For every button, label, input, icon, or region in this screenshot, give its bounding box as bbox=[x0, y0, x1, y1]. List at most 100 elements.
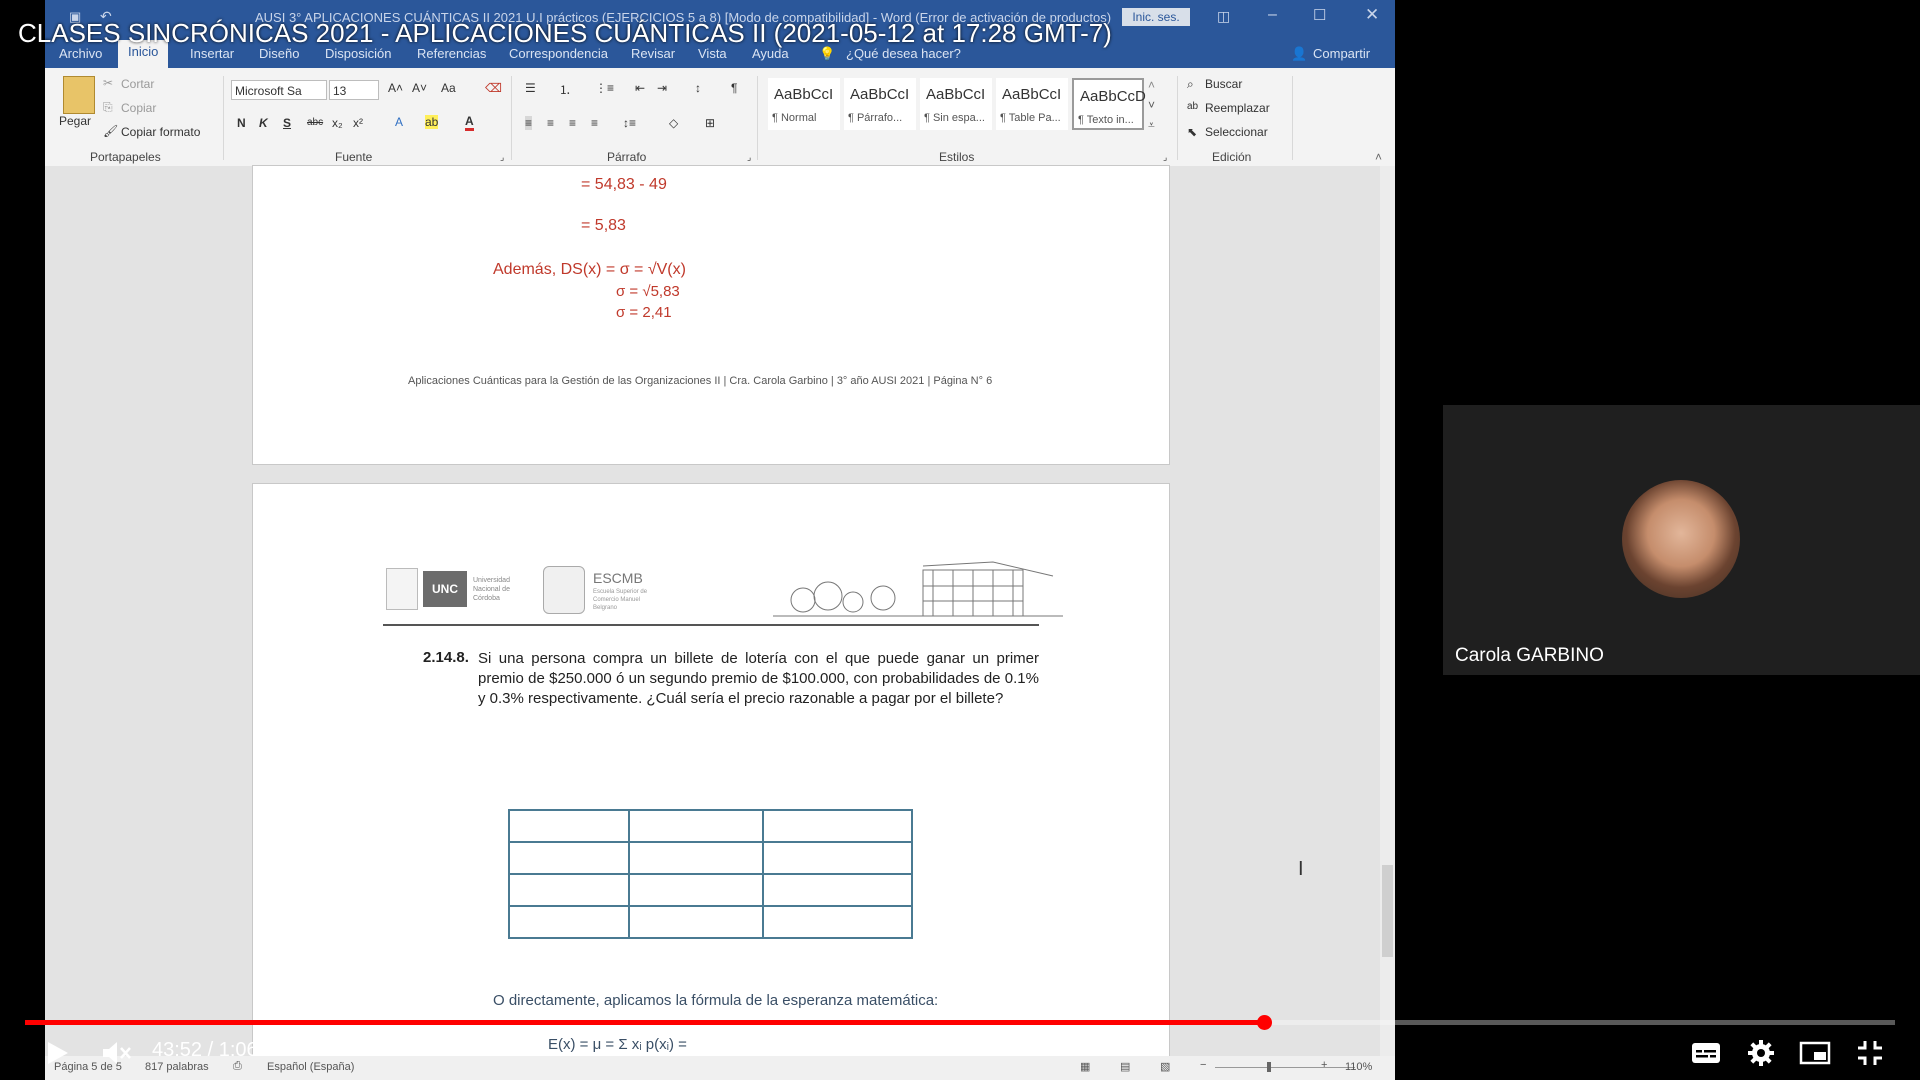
replace-button[interactable]: Reemplazar bbox=[1205, 101, 1270, 115]
table-cell[interactable] bbox=[508, 809, 630, 843]
table-cell[interactable] bbox=[628, 873, 764, 907]
document-workspace[interactable]: = 54,83 - 49 = 5,83 Además, DS(x) = σ = … bbox=[45, 166, 1395, 1064]
muted-volume-icon[interactable] bbox=[100, 1038, 132, 1068]
share-button[interactable]: Compartir bbox=[1313, 46, 1370, 61]
numbering-icon[interactable]: ⒈ bbox=[559, 81, 571, 98]
ribbon: Pegar ✂ Cortar ⎘ Copiar 🖌 Copiar formato… bbox=[45, 68, 1395, 167]
font-group-label: Fuente bbox=[335, 150, 373, 164]
grow-font-icon[interactable]: A˄ bbox=[388, 81, 403, 95]
table-cell[interactable] bbox=[762, 873, 913, 907]
underline-icon[interactable]: S bbox=[283, 116, 291, 130]
style-body-text[interactable]: AaBbCcD ¶ Texto in... bbox=[1072, 78, 1146, 130]
styles-scroll-up-icon[interactable]: ˄ bbox=[1148, 78, 1155, 92]
exercise-number: 2.14.8. bbox=[423, 649, 469, 666]
table-cell[interactable] bbox=[508, 905, 630, 939]
paragraph-group-label: Párrafo bbox=[607, 150, 647, 164]
bullets-icon[interactable]: ☰ bbox=[525, 81, 536, 95]
word-count[interactable]: 817 palabras bbox=[145, 1061, 209, 1073]
cut-button[interactable]: Cortar bbox=[121, 77, 154, 91]
settings-gear-icon[interactable] bbox=[1747, 1039, 1775, 1067]
page-footer: Aplicaciones Cuánticas para la Gestión d… bbox=[408, 375, 993, 387]
style-normal[interactable]: AaBbCcI ¶ Normal bbox=[768, 78, 840, 130]
exit-fullscreen-icon[interactable] bbox=[1857, 1040, 1883, 1066]
find-button[interactable]: Buscar bbox=[1205, 77, 1242, 91]
paragraph-dialog-launcher-icon[interactable]: ⌟ bbox=[747, 152, 751, 163]
text-effects-icon[interactable]: A bbox=[395, 115, 403, 129]
justify-icon[interactable]: ≡ bbox=[591, 116, 598, 130]
format-painter-button[interactable]: Copiar formato bbox=[121, 125, 200, 139]
close-icon[interactable]: ✕ bbox=[1365, 5, 1379, 25]
increase-indent-icon[interactable]: ⇥ bbox=[657, 81, 667, 95]
styles-scroll-down-icon[interactable]: ˅ bbox=[1148, 98, 1155, 112]
zoom-in-icon[interactable]: + bbox=[1321, 1059, 1327, 1071]
font-dialog-launcher-icon[interactable]: ⌟ bbox=[500, 152, 504, 163]
play-icon[interactable] bbox=[44, 1040, 70, 1066]
shrink-font-icon[interactable]: A˅ bbox=[412, 81, 427, 95]
styles-dialog-launcher-icon[interactable]: ⌟ bbox=[1163, 152, 1167, 163]
font-name-select[interactable]: Microsoft Sa bbox=[231, 80, 327, 100]
table-cell[interactable] bbox=[628, 809, 764, 843]
miniplayer-icon[interactable] bbox=[1799, 1041, 1831, 1065]
share-icon[interactable]: 👤 bbox=[1291, 46, 1307, 62]
sort-icon[interactable]: ↕ bbox=[695, 81, 701, 95]
ribbon-display-icon[interactable]: ◫ bbox=[1217, 8, 1230, 25]
unc-logo: UNC bbox=[423, 571, 467, 607]
style-sample: AaBbCcD bbox=[1080, 88, 1146, 105]
shading-icon[interactable]: ◇ bbox=[669, 116, 678, 130]
font-color-icon[interactable]: A bbox=[465, 114, 474, 131]
style-paragraph[interactable]: AaBbCcI ¶ Párrafo... bbox=[844, 78, 916, 130]
paste-icon[interactable] bbox=[63, 76, 95, 114]
copy-button[interactable]: Copiar bbox=[121, 101, 156, 115]
calc-line: Además, DS(x) = σ = √V(x) bbox=[493, 261, 686, 278]
paste-button[interactable]: Pegar bbox=[59, 114, 91, 128]
italic-icon[interactable]: K bbox=[259, 116, 268, 130]
style-table-paragraph[interactable]: AaBbCcI ¶ Table Pa... bbox=[996, 78, 1068, 130]
table-cell[interactable] bbox=[628, 905, 764, 939]
clipboard-group-label: Portapapeles bbox=[90, 150, 161, 164]
multilevel-list-icon[interactable]: ⋮≡ bbox=[595, 81, 614, 95]
table-cell[interactable] bbox=[628, 841, 764, 875]
align-center-icon[interactable]: ≡ bbox=[547, 116, 554, 130]
web-layout-icon[interactable]: ▧ bbox=[1160, 1060, 1170, 1073]
clear-format-icon[interactable]: ⌫ bbox=[485, 81, 502, 95]
language[interactable]: Español (España) bbox=[267, 1061, 354, 1073]
collapse-ribbon-icon[interactable]: ˄ bbox=[1375, 150, 1382, 164]
highlight-icon[interactable]: ab bbox=[425, 115, 439, 129]
maximize-icon[interactable]: ☐ bbox=[1313, 6, 1326, 24]
style-name: ¶ Normal bbox=[772, 112, 817, 124]
empty-probability-table bbox=[508, 809, 913, 939]
superscript-icon[interactable]: x² bbox=[353, 116, 363, 130]
subtitles-icon[interactable] bbox=[1691, 1041, 1721, 1065]
line-spacing-icon[interactable]: ↕≡ bbox=[623, 116, 636, 130]
zoom-slider-thumb[interactable] bbox=[1267, 1062, 1271, 1072]
table-cell[interactable] bbox=[762, 809, 913, 843]
borders-icon[interactable]: ⊞ bbox=[705, 116, 715, 130]
pilcrow-icon[interactable]: ¶ bbox=[731, 81, 737, 95]
decrease-indent-icon[interactable]: ⇤ bbox=[635, 81, 645, 95]
styles-more-icon[interactable]: ⩡ bbox=[1148, 118, 1155, 133]
progress-scrubber[interactable] bbox=[1257, 1015, 1272, 1030]
align-right-icon[interactable]: ≡ bbox=[569, 116, 576, 130]
align-left-icon[interactable]: ≡ bbox=[525, 116, 533, 130]
screen-share: ▣ ↶ AUSI 3° APLICACIONES CUÁNTICAS II 20… bbox=[45, 0, 1395, 1080]
zoom-level[interactable]: 110% bbox=[1345, 1061, 1372, 1073]
scrollbar-thumb[interactable] bbox=[1382, 865, 1393, 957]
zoom-slider[interactable] bbox=[1215, 1067, 1355, 1068]
select-button[interactable]: Seleccionar bbox=[1205, 125, 1268, 139]
table-cell[interactable] bbox=[762, 841, 913, 875]
focus-mode-icon[interactable]: ▦ bbox=[1080, 1060, 1090, 1073]
subscript-icon[interactable]: x₂ bbox=[332, 116, 343, 130]
style-no-spacing[interactable]: AaBbCcI ¶ Sin espa... bbox=[920, 78, 992, 130]
table-cell[interactable] bbox=[762, 905, 913, 939]
zoom-out-icon[interactable]: − bbox=[1200, 1059, 1206, 1071]
table-cell[interactable] bbox=[508, 841, 630, 875]
sign-in-button[interactable]: Inic. ses. bbox=[1122, 8, 1190, 26]
minimize-icon[interactable]: – bbox=[1268, 6, 1277, 24]
font-size-select[interactable]: 13 bbox=[329, 80, 379, 100]
strikethrough-icon[interactable]: abc bbox=[307, 117, 323, 128]
change-case-button[interactable]: Aa bbox=[441, 81, 456, 95]
bold-icon[interactable]: N bbox=[237, 116, 246, 130]
building-illustration bbox=[773, 561, 1063, 617]
print-layout-icon[interactable]: ▤ bbox=[1120, 1060, 1130, 1073]
table-cell[interactable] bbox=[508, 873, 630, 907]
